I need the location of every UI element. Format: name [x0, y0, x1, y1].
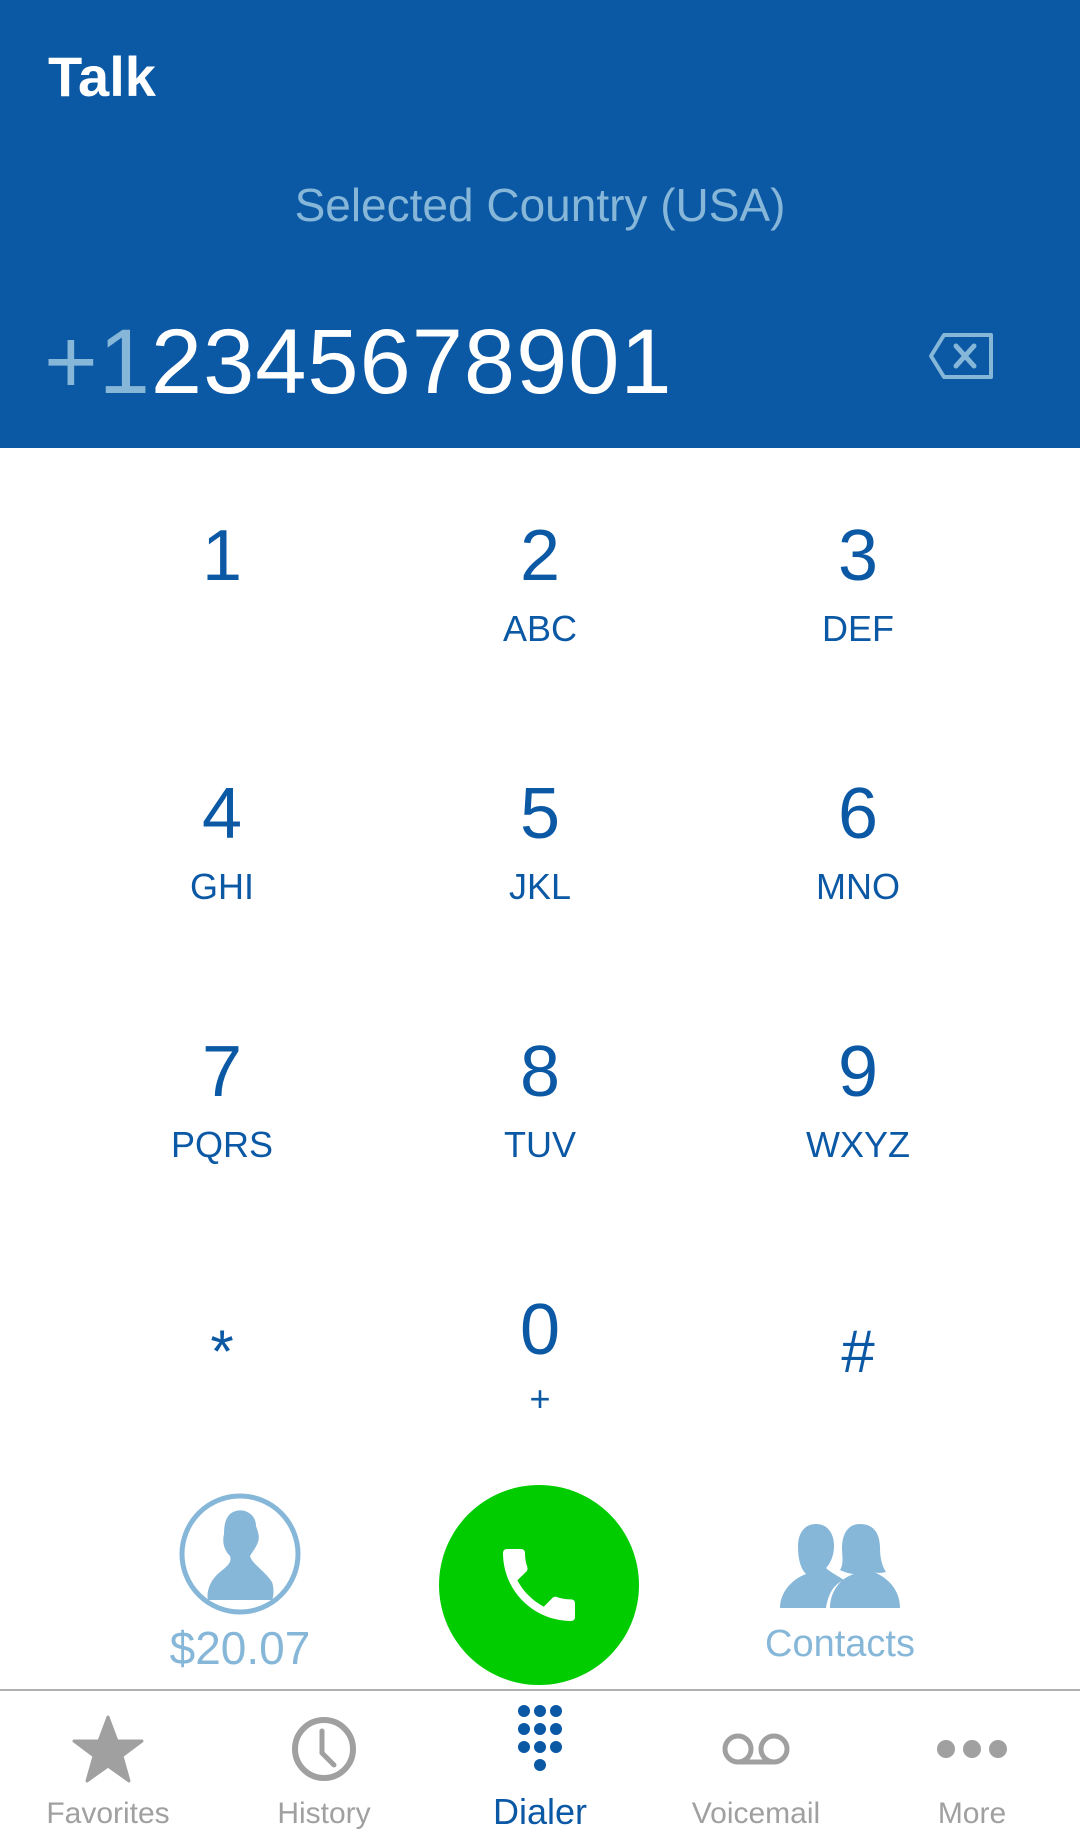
key-digit: 7: [201, 1032, 243, 1112]
key-letters: GHI: [189, 866, 254, 907]
nav-favorites[interactable]: Favorites: [0, 1691, 216, 1842]
call-button[interactable]: [439, 1485, 639, 1685]
nav-history[interactable]: History: [216, 1691, 432, 1842]
selected-country[interactable]: Selected Country (USA): [0, 178, 1080, 232]
clock-icon: [292, 1717, 356, 1781]
key-letters: ABC: [502, 608, 578, 649]
backspace-icon: [929, 333, 993, 379]
key-digit: 3: [837, 516, 879, 596]
key-letters: TUV: [504, 1124, 576, 1165]
contacts-icon: [780, 1524, 900, 1608]
key-digit: 2: [519, 516, 561, 596]
more-icon: [937, 1740, 1007, 1758]
phone-icon: [503, 1549, 575, 1621]
action-row: $20.07 Contacts: [0, 1480, 1080, 1690]
app-title: Talk: [48, 45, 156, 108]
key-digit: 0: [519, 1290, 561, 1370]
key-letters: +: [529, 1378, 551, 1419]
key-letters: MNO: [816, 866, 900, 907]
phone-number-display[interactable]: +12345678901: [44, 310, 673, 415]
key-star[interactable]: *: [72, 1222, 372, 1442]
key-digit: 5: [519, 774, 561, 854]
key-1[interactable]: 1: [72, 448, 372, 668]
dialed-digits: 2345678901: [150, 311, 673, 413]
contacts-button[interactable]: Contacts: [740, 1520, 940, 1666]
nav-voicemail[interactable]: Voicemail: [648, 1691, 864, 1842]
dialpad-icon: [518, 1705, 562, 1771]
contacts-label: Contacts: [765, 1623, 915, 1665]
key-6[interactable]: 6 MNO: [708, 706, 1008, 926]
key-digit: 9: [837, 1032, 879, 1112]
nav-more[interactable]: More: [864, 1691, 1080, 1842]
backspace-button[interactable]: [928, 332, 994, 380]
key-letters: JKL: [508, 866, 572, 907]
nav-label: Favorites: [46, 1797, 170, 1830]
key-digit: *: [210, 1318, 234, 1385]
nav-label: History: [277, 1797, 371, 1830]
account-avatar-icon: [179, 1493, 301, 1615]
key-0[interactable]: 0 +: [390, 1222, 690, 1442]
balance-button[interactable]: $20.07: [160, 1492, 320, 1675]
nav-label: Voicemail: [691, 1797, 821, 1830]
key-4[interactable]: 4 GHI: [72, 706, 372, 926]
key-hash[interactable]: #: [708, 1222, 1008, 1442]
key-2[interactable]: 2 ABC: [390, 448, 690, 668]
bottom-nav: Favorites History Dialer Voicemail More: [0, 1689, 1080, 1842]
balance-amount: $20.07: [169, 1622, 311, 1674]
star-icon: [72, 1715, 144, 1783]
key-7[interactable]: 7 PQRS: [72, 964, 372, 1184]
key-letters: PQRS: [170, 1124, 274, 1165]
key-letters: WXYZ: [806, 1124, 910, 1165]
key-3[interactable]: 3 DEF: [708, 448, 1008, 668]
voicemail-icon: [722, 1733, 790, 1765]
key-digit: #: [841, 1318, 875, 1385]
header: Talk Selected Country (USA) +12345678901: [0, 0, 1080, 448]
key-digit: 4: [201, 774, 243, 854]
nav-dialer[interactable]: Dialer: [432, 1691, 648, 1842]
key-digit: 6: [837, 774, 879, 854]
key-digit: 1: [201, 516, 243, 596]
key-digit: 8: [519, 1032, 561, 1112]
key-9[interactable]: 9 WXYZ: [708, 964, 1008, 1184]
key-8[interactable]: 8 TUV: [390, 964, 690, 1184]
key-5[interactable]: 5 JKL: [390, 706, 690, 926]
nav-label: Dialer: [492, 1791, 588, 1832]
key-letters: DEF: [822, 608, 894, 649]
nav-label: More: [937, 1797, 1007, 1830]
country-code: +1: [44, 311, 151, 413]
